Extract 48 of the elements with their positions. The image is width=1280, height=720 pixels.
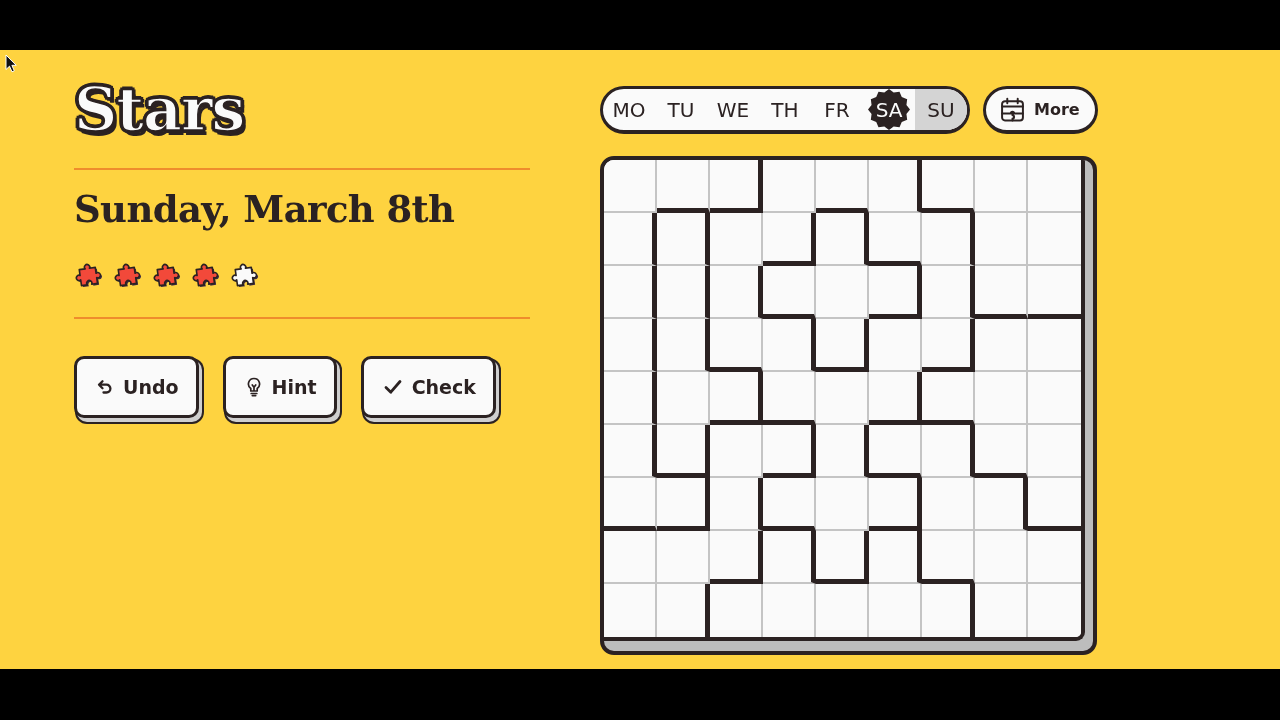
day-tab[interactable]: SA	[868, 89, 910, 130]
day-tab[interactable]: TH	[759, 89, 811, 130]
grid-cell[interactable]	[604, 319, 657, 372]
grid-cell[interactable]	[763, 319, 816, 372]
lightbulb-icon	[245, 377, 262, 398]
grid-cell[interactable]	[604, 213, 657, 266]
grid-cell[interactable]	[763, 425, 816, 478]
mouse-pointer-icon	[5, 54, 17, 73]
day-tab[interactable]: SU	[915, 89, 967, 130]
grid-cell[interactable]	[657, 213, 710, 266]
more-button[interactable]: More	[983, 86, 1098, 134]
day-tab[interactable]: MO	[603, 89, 655, 130]
grid-cell[interactable]	[604, 372, 657, 425]
grid-cell[interactable]	[922, 319, 975, 372]
grid-cell[interactable]	[869, 266, 922, 319]
game-title: Stars	[74, 79, 245, 139]
grid-cell[interactable]	[604, 425, 657, 478]
grid-cell[interactable]	[763, 213, 816, 266]
grid-cell[interactable]	[657, 425, 710, 478]
grid-cell[interactable]	[869, 478, 922, 531]
grid-cell[interactable]	[922, 266, 975, 319]
grid-cell[interactable]	[657, 266, 710, 319]
check-icon	[383, 379, 402, 396]
undo-icon	[97, 379, 113, 396]
grid-cell[interactable]	[922, 425, 975, 478]
grid-cell[interactable]	[604, 266, 657, 319]
grid-cell[interactable]	[816, 213, 869, 266]
grid-cell[interactable]	[816, 319, 869, 372]
grid-cell[interactable]	[710, 478, 763, 531]
puzzle-date: Sunday, March 8th	[74, 187, 455, 232]
grid-cell[interactable]	[816, 425, 869, 478]
grid-cell[interactable]	[922, 213, 975, 266]
grid-cell[interactable]	[816, 531, 869, 584]
grid-cell[interactable]	[869, 531, 922, 584]
grid-cell[interactable]	[869, 372, 922, 425]
grid-cell[interactable]	[657, 319, 710, 372]
grid-cell[interactable]	[710, 160, 763, 213]
grid-cell[interactable]	[657, 478, 710, 531]
day-tab[interactable]: TU	[655, 89, 707, 130]
day-tab[interactable]: FR	[811, 89, 863, 130]
day-tab[interactable]: WE	[707, 89, 759, 130]
grid-cell[interactable]	[763, 531, 816, 584]
grid-cell[interactable]	[710, 266, 763, 319]
grid-cell[interactable]	[710, 531, 763, 584]
calendar-icon	[1000, 97, 1025, 122]
grid-cell[interactable]	[869, 160, 922, 213]
grid-cell[interactable]	[710, 372, 763, 425]
grid-cell[interactable]	[975, 478, 1028, 531]
